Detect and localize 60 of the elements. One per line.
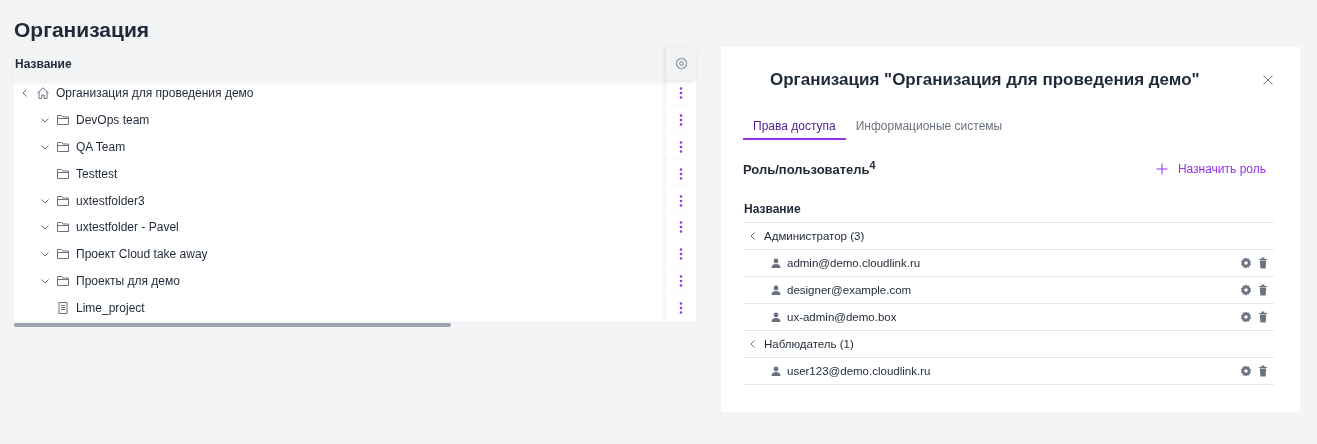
assign-role-button[interactable]: Назначить роль (1155, 161, 1274, 176)
folder-icon (56, 220, 70, 235)
settings-icon[interactable] (1240, 284, 1252, 296)
document-icon (56, 300, 70, 315)
section-title: Роль/пользователь$^{4}$ (743, 159, 876, 178)
trash-icon[interactable] (1258, 365, 1268, 377)
column-header: Название (14, 55, 73, 73)
tree-item-label[interactable]: Проекты для демо (76, 273, 180, 288)
trash-icon[interactable] (1258, 284, 1268, 296)
tree-item-label[interactable]: Testtest (76, 166, 118, 181)
user-email: admin@demo.cloudlink.ru (787, 257, 922, 269)
tree-item-label[interactable]: uxtestfolder3 (76, 193, 145, 208)
tree-item-label[interactable]: uxtestfolder - Pavel (76, 220, 179, 235)
tree-item-label[interactable]: Проект Cloud take away (76, 247, 208, 262)
settings-icon[interactable] (674, 57, 688, 70)
more-icon[interactable] (679, 140, 683, 154)
user-email: designer@example.com (787, 284, 913, 296)
role-group-label[interactable]: Наблюдатель (1) (764, 338, 854, 350)
user-email: ux-admin@demo.box (787, 311, 898, 323)
chevron-icon[interactable] (748, 231, 758, 241)
more-icon[interactable] (679, 300, 683, 315)
folder-icon (56, 140, 70, 154)
role-group-label[interactable]: Администратор (3) (764, 230, 865, 242)
tree-item-label[interactable]: QA Team (76, 140, 126, 154)
tab[interactable]: Права доступа (743, 113, 846, 140)
tree-item-label[interactable]: DevOps team (76, 113, 150, 128)
tab[interactable]: Информационые системы (845, 113, 1013, 140)
folder-icon (56, 166, 70, 181)
settings-icon[interactable] (1240, 257, 1252, 269)
settings-icon[interactable] (1240, 311, 1252, 323)
chevron-icon[interactable] (748, 339, 758, 349)
tree-item-label[interactable]: Lime_project (76, 300, 145, 315)
settings-icon[interactable] (1240, 365, 1252, 377)
trash-icon[interactable] (1258, 257, 1268, 269)
close-icon[interactable] (1262, 74, 1274, 86)
more-icon[interactable] (679, 113, 683, 128)
more-icon[interactable] (679, 193, 683, 208)
home-icon (36, 86, 50, 101)
user-icon (771, 285, 781, 295)
more-icon[interactable] (679, 220, 683, 235)
user-icon (771, 258, 781, 268)
user-email: user123@demo.cloudlink.ru (787, 365, 932, 377)
user-icon (771, 366, 781, 376)
folder-icon (56, 273, 70, 288)
more-icon[interactable] (679, 86, 683, 101)
more-icon[interactable] (679, 166, 683, 181)
user-icon (771, 312, 781, 322)
chevron-icon[interactable] (40, 142, 50, 152)
folder-icon (56, 113, 70, 128)
plus-icon (1155, 162, 1168, 175)
folder-icon (56, 193, 70, 208)
tree-item-label[interactable]: Организация для проведения демо (56, 86, 254, 101)
chevron-icon[interactable] (20, 88, 30, 99)
folder-icon (56, 247, 70, 262)
more-icon[interactable] (679, 273, 683, 288)
more-icon[interactable] (679, 247, 683, 262)
column-header: Название (743, 197, 1274, 223)
trash-icon[interactable] (1258, 311, 1268, 323)
page-title: Организация (13, 17, 151, 43)
panel-title: Организация "Организация для проведения демо" (770, 70, 1201, 90)
